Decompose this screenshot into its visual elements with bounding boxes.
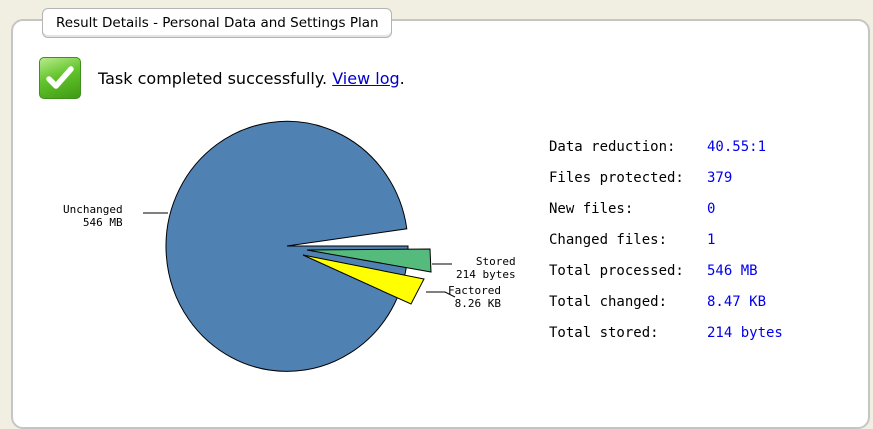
stat-value: 379 (707, 169, 733, 186)
stat-value: 8.47 KB (707, 293, 767, 310)
stat-label: Files protected: (549, 169, 684, 186)
status-text: Task completed successfully. (98, 68, 333, 88)
stat-label: New files: (549, 200, 634, 217)
stat-label: Total changed: (549, 293, 668, 310)
status-message: Task completed successfully. View log. (98, 69, 405, 88)
stat-label: Changed files: (549, 231, 668, 248)
stat-label: Total processed: (549, 262, 684, 279)
check-icon (39, 57, 81, 99)
stat-row: Changed files: 1 (549, 224, 783, 255)
stat-row: Total stored: 214 bytes (549, 317, 783, 348)
status-trailing-period: . (399, 68, 405, 88)
stats-table: Data reduction: 40.55:1 Files protected:… (549, 131, 783, 348)
status-row: Task completed successfully. View log. (39, 57, 405, 99)
stat-label: Data reduction: (549, 138, 676, 155)
stat-value: 40.55:1 (707, 138, 767, 155)
stat-value: 546 MB (707, 262, 758, 279)
panel-title: Result Details - Personal Data and Setti… (42, 8, 392, 38)
stat-row: New files: 0 (549, 193, 783, 224)
stat-row: Data reduction: 40.55:1 (549, 131, 783, 162)
stat-value: 0 (707, 200, 716, 217)
stat-row: Total changed: 8.47 KB (549, 286, 783, 317)
stat-label: Total stored: (549, 324, 659, 341)
stat-row: Files protected: 379 (549, 162, 783, 193)
stat-value: 1 (707, 231, 716, 248)
stat-row: Total processed: 546 MB (549, 255, 783, 286)
view-log-link[interactable]: View log (332, 69, 399, 88)
stat-value: 214 bytes (707, 324, 783, 341)
